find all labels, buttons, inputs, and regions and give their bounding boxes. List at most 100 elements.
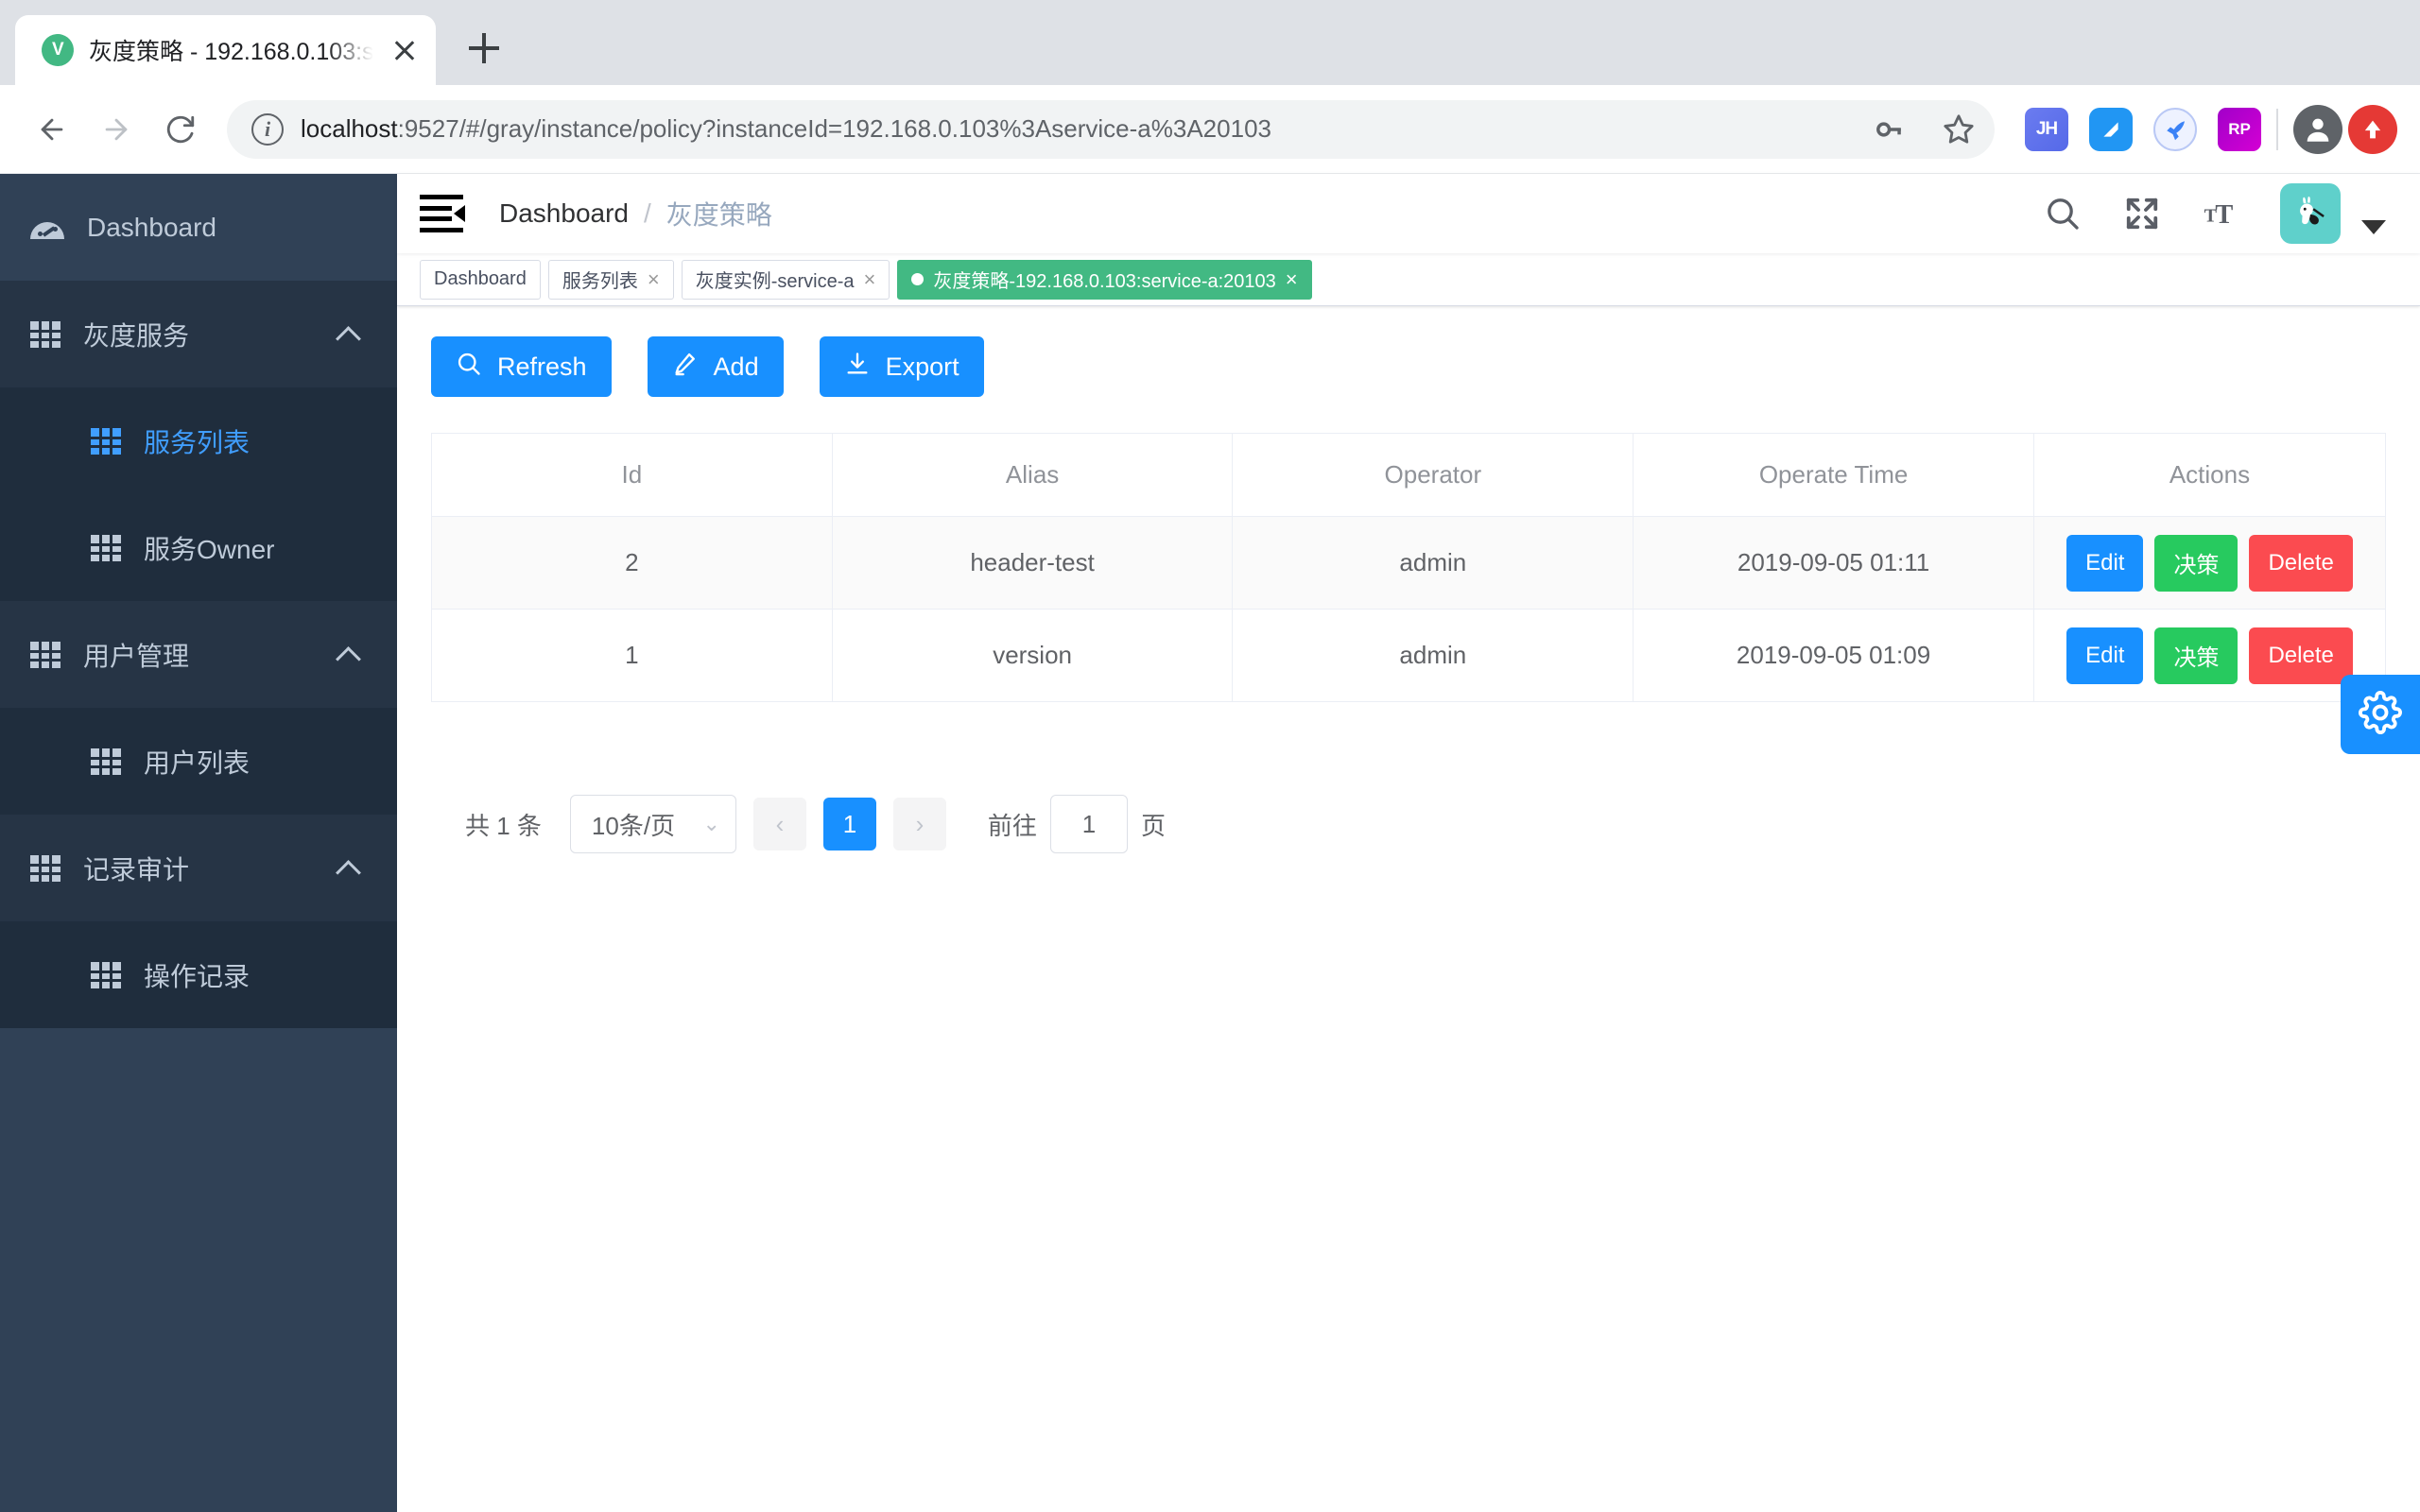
next-page-button[interactable]: › (893, 798, 946, 850)
font-size-icon[interactable]: TT (2201, 193, 2242, 234)
sidebar-item-label: 服务列表 (144, 422, 397, 460)
address-bar[interactable]: i localhost:9527/#/gray/instance/policy?… (227, 100, 1995, 159)
close-icon[interactable] (389, 34, 421, 66)
page-size-value: 10条/页 (592, 807, 675, 842)
new-tab-icon[interactable] (451, 15, 517, 81)
add-button-label: Add (714, 352, 759, 382)
chevron-up-icon (337, 643, 361, 667)
table-row[interactable]: 1 version admin 2019-09-05 01:09 Edit 决策… (432, 610, 2386, 702)
table-icon (91, 428, 121, 455)
browser-toolbar: i localhost:9527/#/gray/instance/policy?… (0, 85, 2420, 174)
fullscreen-expand-icon[interactable] (2121, 193, 2163, 234)
edit-button[interactable]: Edit (2066, 535, 2143, 592)
browser-tabstrip: V 灰度策略 - 192.168.0.103:servic (0, 0, 2420, 85)
decision-button[interactable]: 决策 (2154, 535, 2238, 592)
refresh-button[interactable]: Refresh (431, 336, 612, 397)
url-host: localhost (301, 114, 398, 143)
cell-id: 1 (432, 610, 833, 702)
cell-actions: Edit 决策 Delete (2033, 517, 2385, 610)
url-rest: :9527/#/gray/instance/policy?instanceId=… (398, 114, 1271, 143)
user-avatar-rabbit[interactable] (2280, 183, 2341, 244)
reload-icon[interactable] (151, 100, 210, 159)
profile-avatar-icon[interactable] (2293, 105, 2342, 154)
chrome-update-menu-icon[interactable] (2348, 105, 2397, 154)
table-row[interactable]: 2 header-test admin 2019-09-05 01:11 Edi… (432, 517, 2386, 610)
tag-dashboard[interactable]: Dashboard (420, 260, 541, 300)
column-header-alias[interactable]: Alias (832, 434, 1233, 517)
table-icon (91, 748, 121, 775)
tab-favicon-icon: V (40, 32, 75, 67)
prev-page-button[interactable]: ‹ (753, 798, 806, 850)
back-arrow-icon[interactable] (23, 100, 81, 159)
chevron-up-icon (337, 856, 361, 881)
breadcrumb-current: 灰度策略 (666, 195, 772, 232)
sidebar-group-label: 用户管理 (83, 636, 314, 674)
page-size-select[interactable]: 10条/页 ⌄ (570, 795, 736, 853)
delete-button[interactable]: Delete (2249, 535, 2352, 592)
edit-button[interactable]: Edit (2066, 627, 2143, 684)
cell-operate-time: 2019-09-05 01:11 (1634, 517, 2034, 610)
bookmark-star-icon[interactable] (1932, 103, 1985, 156)
toolbar-divider (2276, 109, 2278, 150)
active-dot-icon (911, 273, 924, 285)
tag-gray-instance[interactable]: 灰度实例-service-a × (682, 260, 890, 300)
tag-label: Dashboard (434, 268, 527, 290)
navbar-actions: TT (2042, 183, 2420, 244)
breadcrumb-root[interactable]: Dashboard (499, 198, 629, 229)
chevron-down-icon[interactable] (2361, 220, 2386, 234)
page-jump-input[interactable]: 1 (1050, 795, 1128, 853)
browser-tab[interactable]: V 灰度策略 - 192.168.0.103:servic (15, 15, 436, 85)
bird-extension-icon[interactable] (2153, 108, 2197, 151)
column-header-operator[interactable]: Operator (1233, 434, 1634, 517)
settings-panel-toggle[interactable] (2341, 675, 2420, 754)
favicon-letter: V (52, 40, 64, 60)
sidebar-group-audit-log[interactable]: 记录审计 (0, 815, 397, 921)
sidebar-group-label: 记录审计 (83, 850, 314, 887)
edit-pencil-icon (672, 351, 699, 384)
info-circle-icon[interactable]: i (251, 113, 284, 146)
breadcrumb: Dashboard / 灰度策略 (499, 195, 772, 232)
chevron-left-icon: ‹ (776, 810, 785, 839)
sidebar-item-user-list[interactable]: 用户列表 (0, 708, 397, 815)
forward-arrow-icon[interactable] (87, 100, 146, 159)
pagination-total: 共 1 条 (465, 807, 542, 842)
delete-button[interactable]: Delete (2249, 627, 2352, 684)
search-icon[interactable] (2042, 193, 2083, 234)
close-icon[interactable]: × (864, 269, 876, 290)
close-icon[interactable]: × (1286, 269, 1298, 290)
sidebar-item-service-owner[interactable]: 服务Owner (0, 494, 397, 601)
sidebar-submenu-gray-service: 服务列表 服务Owner (0, 387, 397, 601)
tag-gray-policy[interactable]: 灰度策略-192.168.0.103:service-a:20103 × (897, 260, 1311, 300)
chevron-up-icon (337, 322, 361, 347)
app-page: Dashboard 灰度服务 服务列表 服务Owner 用户管理 (0, 174, 2420, 1512)
dashboard-icon (30, 215, 64, 241)
export-button[interactable]: Export (820, 336, 984, 397)
sidebar-item-label: 操作记录 (144, 956, 397, 994)
pagination: 共 1 条 10条/页 ⌄ ‹ 1 › 前往 1 页 (431, 795, 2386, 853)
chevron-down-icon: ⌄ (702, 812, 719, 836)
sidebar-item-dashboard[interactable]: Dashboard (0, 174, 397, 281)
cell-actions: Edit 决策 Delete (2033, 610, 2385, 702)
table-icon (91, 962, 121, 988)
sidebar-item-label: 服务Owner (144, 529, 397, 567)
sidebar-group-user-management[interactable]: 用户管理 (0, 601, 397, 708)
column-header-id[interactable]: Id (432, 434, 833, 517)
password-key-icon[interactable] (1862, 103, 1915, 156)
blue-pen-extension-icon[interactable] (2089, 108, 2133, 151)
page-number-button[interactable]: 1 (823, 798, 876, 850)
tag-service-list[interactable]: 服务列表 × (548, 260, 674, 300)
decision-button[interactable]: 决策 (2154, 627, 2238, 684)
sidebar: Dashboard 灰度服务 服务列表 服务Owner 用户管理 (0, 174, 397, 1512)
jh-extension-icon[interactable]: JH (2025, 108, 2068, 151)
collapse-sidebar-icon[interactable] (420, 193, 463, 234)
add-button[interactable]: Add (648, 336, 784, 397)
gear-icon (2359, 691, 2402, 739)
tag-label: 灰度实例-service-a (696, 266, 855, 293)
column-header-operate-time[interactable]: Operate Time (1634, 434, 2034, 517)
rp-extension-icon[interactable]: RP (2218, 108, 2261, 151)
sidebar-item-service-list[interactable]: 服务列表 (0, 387, 397, 494)
table-icon (30, 321, 60, 348)
sidebar-group-gray-service[interactable]: 灰度服务 (0, 281, 397, 387)
close-icon[interactable]: × (648, 269, 660, 290)
sidebar-item-operation-log[interactable]: 操作记录 (0, 921, 397, 1028)
